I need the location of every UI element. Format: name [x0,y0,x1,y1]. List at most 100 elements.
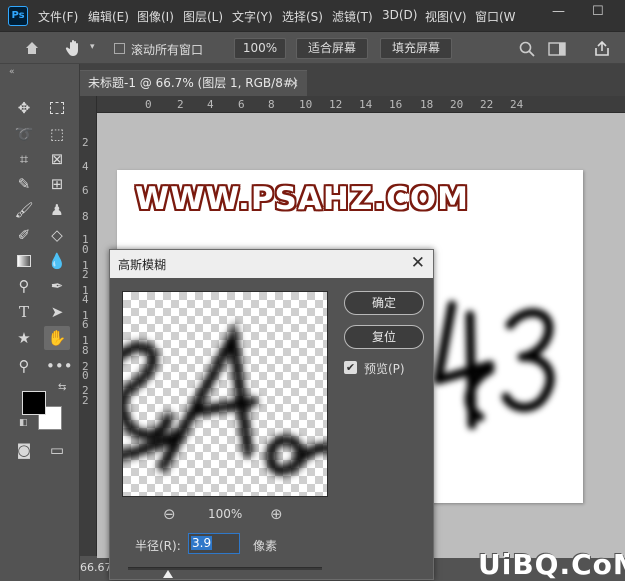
preview-checkbox-label: 预览(P) [364,362,405,376]
ruler-top-tick: 10 [299,98,313,111]
menu-select[interactable]: 选择(S) [282,8,323,25]
blur-preview[interactable] [122,291,328,497]
minimize-button[interactable]: — [552,4,565,19]
ruler-top-tick: 6 [238,98,245,111]
menu-image[interactable]: 图像(I) [137,8,174,25]
ruler-left-tick: 8 [82,344,89,357]
ruler-horizontal: 0 2 4 6 8 10 12 14 16 18 20 22 24 [97,96,625,113]
radius-input[interactable]: 3.9 [188,533,240,554]
dialog-titlebar[interactable]: 高斯模糊 ✕ [110,250,433,278]
menu-window[interactable]: 窗口(W [475,8,516,25]
more-tools-icon[interactable]: ••• [46,356,73,376]
home-icon[interactable] [24,40,40,56]
ruler-left-tick: 0 [82,243,89,256]
preview-checkbox[interactable]: ✔ [344,361,357,374]
object-select-tool-icon[interactable]: ⬚ [46,124,68,144]
scroll-all-checkbox[interactable] [114,43,125,54]
reset-button[interactable]: 复位 [344,325,424,349]
ok-button[interactable]: 确定 [344,291,424,315]
ruler-left-tick: 0 [82,369,89,382]
radius-value: 3.9 [191,536,213,550]
eyedropper-tool-icon[interactable]: ✎ [13,174,35,194]
quick-mask-icon[interactable]: ◙ [13,440,35,460]
share-icon[interactable] [594,40,610,57]
eraser-tool-icon[interactable]: ◇ [46,225,68,245]
ruler-top-tick: 12 [329,98,343,111]
zoom-percent-field[interactable]: 100% [234,38,286,59]
radius-label: 半径(R): [135,539,181,553]
ruler-left-tick: 2 [82,268,89,281]
fill-screen-button[interactable]: 填充屏幕 [380,38,452,59]
collapse-toolbox-icon[interactable]: « [9,67,15,77]
zoom-tool-icon[interactable]: ⚲ [13,356,35,376]
foreground-color-swatch[interactable] [22,391,46,415]
canvas-watermark-text: WWW.PSAHZ.COM [135,181,470,217]
brush-tool-icon[interactable]: 🖌 [13,200,35,220]
blur-tool-icon[interactable]: 💧 [46,251,68,271]
maximize-button[interactable]: ☐ [592,4,604,19]
dodge-tool-icon[interactable]: ⚲ [13,276,35,296]
gaussian-blur-dialog: 高斯模糊 ✕ 确定 复位 ✔ 预览(P) ⊖ 100% ⊕ 半径(R): 3.9… [109,249,434,580]
ruler-left-tick: 8 [82,210,89,223]
menu-3d[interactable]: 3D(D) [382,8,417,22]
frame-tool-icon[interactable]: ⊠ [46,149,68,169]
swap-colors-icon[interactable]: ⇆ [58,382,66,393]
blurred-script-text [433,300,555,430]
hand-tool-icon[interactable] [64,38,84,58]
default-colors-icon[interactable]: ◧ [19,418,28,428]
ruler-top-tick: 20 [450,98,464,111]
ruler-top-tick: 22 [480,98,494,111]
gradient-tool-icon[interactable] [13,251,35,271]
crop-tool-icon[interactable]: ⌗ [13,149,35,169]
menu-bar: Ps 文件(F) 编辑(E) 图像(I) 图层(L) 文字(Y) 选择(S) 滤… [0,0,625,32]
path-select-tool-icon[interactable]: ➤ [46,302,68,322]
shape-tool-icon[interactable]: ★ [13,328,35,348]
photoshop-logo: Ps [8,6,28,26]
search-icon[interactable] [519,41,535,57]
preview-blurred-script [123,320,327,476]
menu-edit[interactable]: 编辑(E) [88,8,129,25]
options-bar: ▾ 滚动所有窗口 100% 适合屏幕 填充屏幕 [0,32,625,64]
radius-slider-thumb[interactable] [163,570,173,578]
status-zoom[interactable]: 66.67 [80,561,112,574]
screen-mode-icon[interactable]: ▭ [46,440,68,460]
dialog-title: 高斯模糊 [118,258,167,272]
tab-close-icon[interactable]: × [289,71,299,95]
zoom-out-icon[interactable]: ⊖ [163,505,176,523]
ruler-left-tick: 4 [82,160,89,173]
ruler-left-tick: 4 [82,293,89,306]
document-tab[interactable]: 未标题-1 @ 66.7% (图层 1, RGB/8#) * × [80,70,307,114]
spot-healing-tool-icon[interactable]: ⊞ [46,174,68,194]
ruler-top-tick: 2 [177,98,184,111]
ruler-vertical: 246810121416182022 [80,96,97,556]
pen-tool-icon[interactable]: ✒ [46,276,68,296]
ruler-top-tick: 24 [510,98,524,111]
ruler-left-tick: 6 [82,318,89,331]
ruler-top-tick: 4 [207,98,214,111]
ruler-top-tick: 8 [268,98,275,111]
site-watermark: UiBQ.CoM [478,548,625,581]
ruler-left-tick: 6 [82,184,89,197]
lasso-tool-icon[interactable]: ➰ [13,124,35,144]
marquee-tool-icon[interactable] [46,98,68,118]
menu-layer[interactable]: 图层(L) [183,8,223,25]
chevron-down-icon[interactable]: ▾ [90,42,95,52]
menu-filter[interactable]: 滤镜(T) [332,8,373,25]
scroll-all-label: 滚动所有窗口 [131,43,204,57]
ruler-left-tick: 2 [82,136,89,149]
radius-slider-track[interactable] [128,567,322,570]
zoom-in-icon[interactable]: ⊕ [270,505,283,523]
history-brush-tool-icon[interactable]: ✐ [13,225,35,245]
type-tool-icon[interactable]: T [13,302,35,322]
move-tool-icon[interactable]: ✥ [13,98,35,118]
stamp-tool-icon[interactable]: ♟ [46,200,68,220]
fit-screen-button[interactable]: 适合屏幕 [296,38,368,59]
workspace-icon[interactable] [548,42,566,56]
menu-view[interactable]: 视图(V) [425,8,467,25]
hand-tool-active-icon[interactable]: ✋ [44,326,70,350]
menu-type[interactable]: 文字(Y) [232,8,273,25]
radius-unit-label: 像素 [253,539,278,553]
menu-file[interactable]: 文件(F) [38,8,78,25]
dialog-close-icon[interactable]: ✕ [411,253,425,273]
toolbox: « ✥ ➰ ⬚ ⌗ ⊠ ✎ ⊞ 🖌 ♟ ✐ ◇ 💧 ⚲ ✒ T ➤ ★ ✋ ⚲ … [0,64,80,580]
